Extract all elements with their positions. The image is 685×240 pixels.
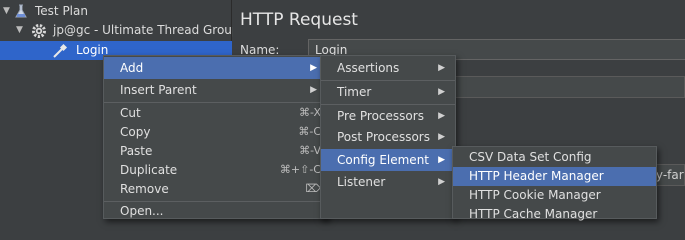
submenu-arrow-icon: ▶ <box>438 155 445 165</box>
tree-item-test-plan[interactable]: ▼ Test Plan <box>0 2 232 21</box>
menu-item-listener[interactable]: Listener ▶ <box>321 171 455 193</box>
submenu-arrow-icon: ▶ <box>438 177 445 187</box>
gear-icon <box>31 23 47 39</box>
menu-item-http-header-manager[interactable]: HTTP Header Manager <box>453 167 656 186</box>
menu-item-label: Open... <box>120 204 164 218</box>
menu-item-timer[interactable]: Timer ▶ <box>321 81 455 103</box>
tree-item-label: Test Plan <box>35 4 88 18</box>
flask-icon <box>14 4 28 19</box>
menu-item-pre-processors[interactable]: Pre Processors ▶ <box>321 105 455 127</box>
menu-item-label: HTTP Cookie Manager <box>469 188 601 202</box>
menu-item-label: Pre Processors <box>337 109 424 123</box>
menu-item-label: Assertions <box>337 61 400 75</box>
menu-item-post-processors[interactable]: Post Processors ▶ <box>321 126 455 148</box>
menu-item-insert-parent[interactable]: Insert Parent ▶ <box>104 79 327 101</box>
menu-item-assertions[interactable]: Assertions ▶ <box>321 57 455 79</box>
menu-item-label: HTTP Header Manager <box>469 169 604 183</box>
menu-item-config-element[interactable]: Config Element ▶ <box>321 149 455 171</box>
menu-item-label: Post Processors <box>337 130 430 144</box>
tree-item-label: jp@gc - Ultimate Thread Group <box>53 23 240 37</box>
expand-arrow-icon[interactable]: ▼ <box>16 21 23 40</box>
menu-item-add[interactable]: Add ▶ <box>104 57 327 79</box>
menu-item-label: Config Element <box>337 153 429 167</box>
menu-item-label: HTTP Cache Manager <box>469 207 598 221</box>
menu-item-label: Remove <box>120 182 169 196</box>
submenu-arrow-icon: ▶ <box>310 63 317 73</box>
menu-item-label: CSV Data Set Config <box>469 150 592 164</box>
config-element-submenu: CSV Data Set Config HTTP Header Manager … <box>452 146 657 221</box>
menu-item-csv-data-set-config[interactable]: CSV Data Set Config <box>453 147 656 167</box>
menu-item-http-cookie-manager[interactable]: HTTP Cookie Manager <box>453 186 656 205</box>
menu-item-label: Insert Parent <box>120 83 197 97</box>
pipette-icon <box>52 43 68 59</box>
panel-title: HTTP Request <box>240 10 358 30</box>
menu-item-label: Add <box>120 61 144 75</box>
expand-arrow-icon[interactable]: ▼ <box>3 2 10 21</box>
shortcut-label: ⌦ <box>305 182 321 195</box>
submenu-arrow-icon: ▶ <box>438 63 445 73</box>
submenu-arrow-icon: ▶ <box>438 132 445 142</box>
add-submenu: Assertions ▶ Timer ▶ Pre Processors ▶ Po… <box>320 55 456 219</box>
tree-item-thread-group[interactable]: ▼ jp@gc - Ultimate Thread Group <box>0 21 240 40</box>
menu-item-http-cache-manager[interactable]: HTTP Cache Manager <box>453 205 656 224</box>
menu-item-remove[interactable]: Remove ⌦ <box>104 178 327 200</box>
menu-item-label: Timer <box>337 85 372 99</box>
submenu-arrow-icon: ▶ <box>438 87 445 97</box>
menu-item-open[interactable]: Open... <box>104 200 327 222</box>
menu-item-label: Listener <box>337 175 386 189</box>
submenu-arrow-icon: ▶ <box>438 111 445 121</box>
context-menu: Add ▶ Insert Parent ▶ Cut ⌘-X Copy ⌘-C P… <box>103 55 328 219</box>
submenu-arrow-icon: ▶ <box>310 85 317 95</box>
